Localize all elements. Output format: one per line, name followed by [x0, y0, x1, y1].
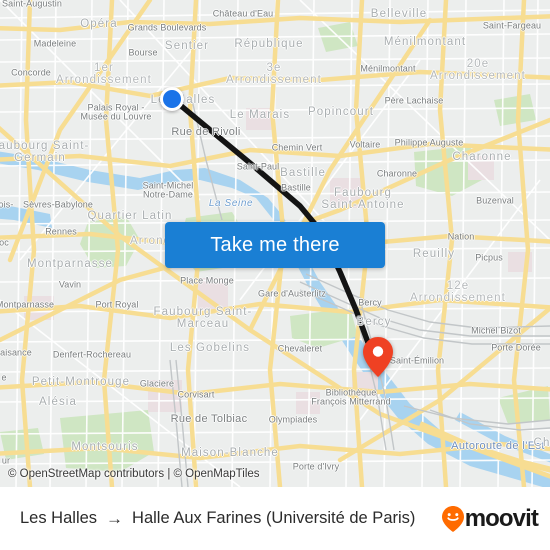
moovit-pin-icon — [441, 505, 464, 532]
moovit-logo[interactable]: moovit — [441, 504, 539, 533]
destination-marker[interactable] — [363, 337, 393, 377]
route-origin-label: Les Halles — [20, 509, 98, 527]
take-me-there-button[interactable]: Take me there — [165, 222, 385, 268]
moovit-wordmark: moovit — [464, 504, 539, 532]
route-summary: Les Halles → Halle Aux Farines (Universi… — [20, 509, 415, 529]
map-canvas[interactable]: Saint-Augustin Opéra Grands Boulevards Chât… — [0, 0, 550, 487]
arrow-right-icon: → — [106, 508, 124, 528]
map-attribution: © OpenStreetMap contributors | © OpenMap… — [8, 468, 260, 480]
footer-bar: Les Halles → Halle Aux Farines (Universi… — [0, 487, 550, 550]
moovit-route-preview: Saint-Augustin Opéra Grands Boulevards Chât… — [0, 0, 550, 550]
origin-marker[interactable] — [160, 87, 184, 111]
route-destination-label: Halle Aux Farines (Université de Paris) — [132, 509, 416, 527]
